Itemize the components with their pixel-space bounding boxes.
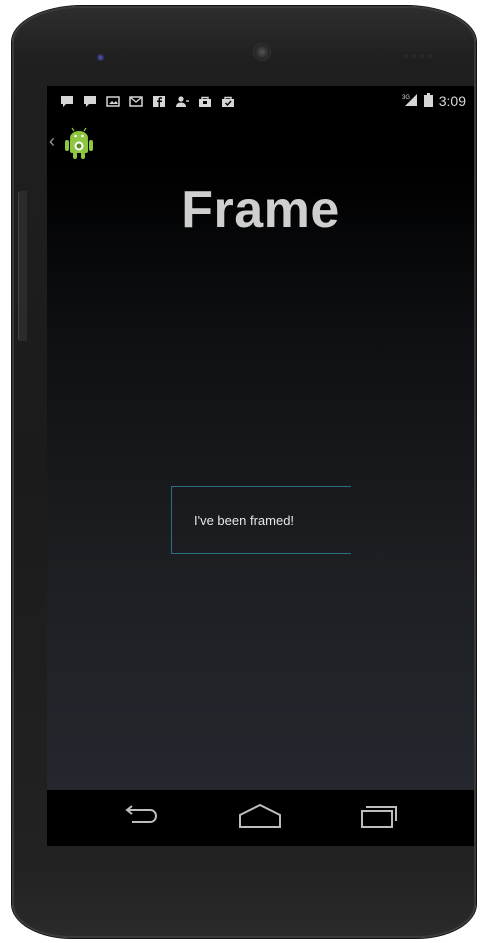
phone-device: 3G 3:09 ‹ Frame I've been framed!	[12, 6, 476, 938]
gmail-icon	[128, 94, 144, 108]
android-robot-icon[interactable]	[61, 126, 97, 162]
clock: 3:09	[438, 93, 466, 109]
store-icon	[197, 94, 213, 108]
speaker-grille	[402, 54, 432, 58]
framed-text: I've been framed!	[194, 512, 295, 528]
chat-icon	[82, 94, 98, 108]
battery-icon	[423, 92, 433, 110]
proximity-sensor	[97, 54, 104, 61]
volume-button	[18, 191, 27, 341]
status-right: 3G 3:09	[402, 92, 466, 110]
action-bar: ‹	[47, 116, 474, 170]
back-button[interactable]	[107, 798, 177, 838]
navigation-bar	[47, 790, 474, 846]
back-icon	[122, 804, 162, 833]
home-button[interactable]	[225, 798, 295, 838]
recents-button[interactable]	[343, 798, 413, 838]
home-icon	[238, 803, 282, 834]
up-navigation-icon[interactable]: ‹	[49, 130, 55, 152]
facebook-icon	[151, 94, 167, 108]
status-bar: 3G 3:09	[47, 86, 474, 116]
notification-icons	[59, 92, 236, 110]
framed-layout: I've been framed!	[171, 486, 351, 554]
front-camera	[254, 44, 270, 60]
store-check-icon	[220, 94, 236, 108]
svg-text:3G: 3G	[402, 95, 410, 101]
screen: 3G 3:09 ‹ Frame I've been framed!	[47, 86, 474, 846]
image-icon	[105, 94, 121, 108]
signal-icon: 3G	[402, 93, 418, 110]
chat-icon	[59, 94, 75, 108]
content-area	[47, 170, 474, 790]
person-add-icon	[174, 94, 190, 108]
recents-icon	[358, 803, 398, 834]
page-title: Frame	[181, 181, 340, 239]
